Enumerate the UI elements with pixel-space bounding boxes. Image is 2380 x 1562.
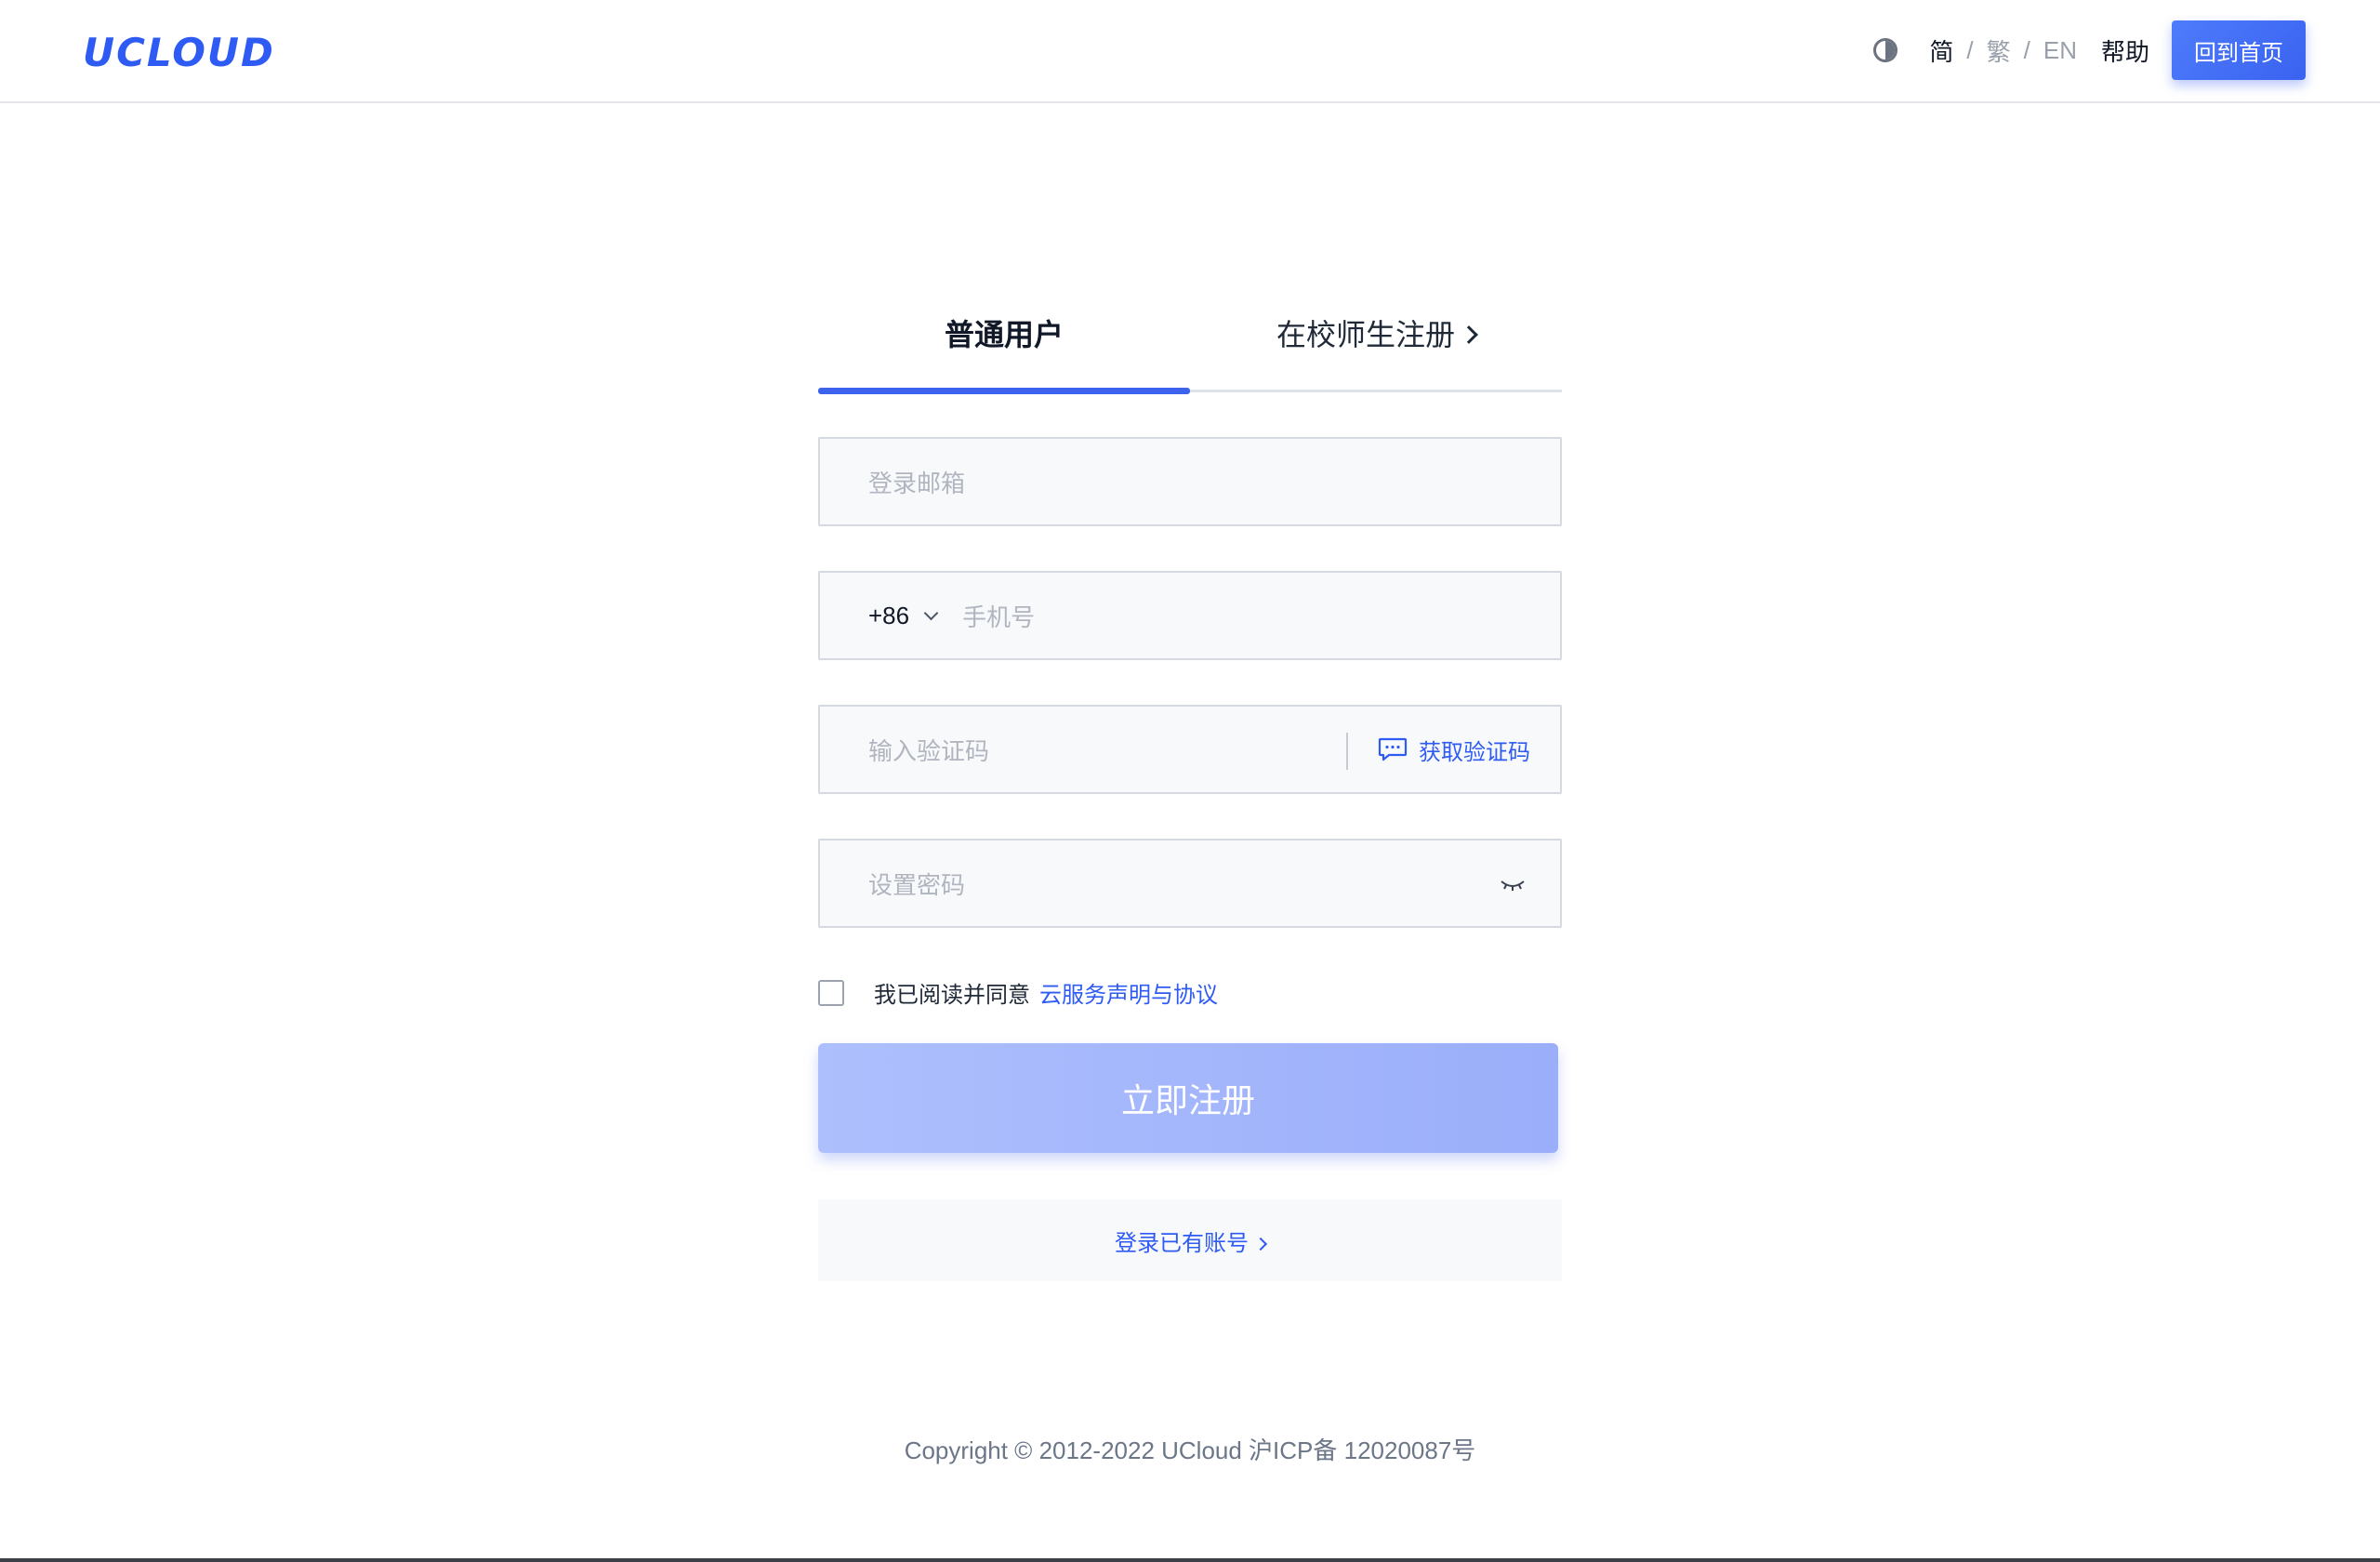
chat-icon	[1378, 737, 1408, 761]
lang-separator: /	[1966, 35, 1974, 64]
phone-field[interactable]: +86 手机号	[818, 571, 1562, 660]
top-header: UCLOUD 简 / 繁 / EN 帮助 回到首页	[0, 0, 2380, 103]
register-button[interactable]: 立即注册	[818, 1043, 1558, 1153]
phone-placeholder: 手机号	[962, 602, 1036, 631]
chevron-right-icon	[1460, 325, 1478, 344]
header-actions: 简 / 繁 / EN 帮助 回到首页	[1873, 20, 2306, 80]
contrast-icon[interactable]	[1873, 38, 1898, 62]
eye-closed-icon[interactable]	[1499, 876, 1527, 894]
password-placeholder: 设置密码	[868, 870, 966, 899]
lang-traditional[interactable]: 繁	[1987, 33, 2011, 68]
lang-english[interactable]: EN	[2043, 36, 2077, 65]
email-placeholder: 登录邮箱	[868, 469, 966, 497]
login-link[interactable]: 登录已有账号	[1115, 1224, 1268, 1257]
tab-regular-user[interactable]: 普通用户	[818, 307, 1190, 390]
tab-label: 普通用户	[944, 318, 1064, 351]
get-code-label: 获取验证码	[1419, 739, 1530, 765]
country-code-value: +86	[868, 601, 910, 629]
tab-label: 在校师生注册	[1276, 318, 1455, 351]
agreement-row: 我已阅读并同意 云服务声明与协议	[818, 976, 1218, 1009]
email-field[interactable]: 登录邮箱	[818, 437, 1562, 526]
register-form: 普通用户 在校师生注册 登录邮箱 +86 手机号 输入验证码 获取验证码 设置密…	[818, 307, 1562, 1281]
bottom-border	[0, 1558, 2380, 1562]
help-link[interactable]: 帮助	[2101, 33, 2149, 68]
active-tab-indicator	[818, 388, 1190, 394]
ucloud-logo[interactable]: UCLOUD	[83, 28, 275, 76]
get-code-button[interactable]: 获取验证码	[1378, 707, 1530, 792]
terms-link[interactable]: 云服务声明与协议	[1039, 976, 1218, 1009]
chevron-right-icon	[1253, 1237, 1268, 1251]
tab-student-teacher[interactable]: 在校师生注册	[1190, 307, 1562, 390]
login-row: 登录已有账号	[818, 1199, 1562, 1281]
agree-text: 我已阅读并同意	[874, 983, 1030, 1008]
home-button[interactable]: 回到首页	[2172, 20, 2306, 80]
footer-copyright: Copyright © 2012-2022 UCloud 沪ICP备 12020…	[904, 1436, 1476, 1464]
password-field[interactable]: 设置密码	[818, 839, 1562, 928]
verification-code-field[interactable]: 输入验证码 获取验证码	[818, 705, 1562, 794]
lang-simplified[interactable]: 简	[1929, 33, 1953, 68]
chevron-down-icon	[923, 605, 939, 620]
code-placeholder: 输入验证码	[868, 736, 990, 765]
country-code-select[interactable]: +86	[868, 601, 939, 630]
field-divider	[1346, 733, 1348, 770]
user-type-tabs: 普通用户 在校师生注册	[818, 307, 1562, 394]
login-link-label: 登录已有账号	[1115, 1230, 1249, 1256]
agree-checkbox[interactable]	[818, 979, 844, 1006]
logo-text: UCLOUD	[83, 29, 275, 75]
lang-separator: /	[2023, 35, 2030, 64]
